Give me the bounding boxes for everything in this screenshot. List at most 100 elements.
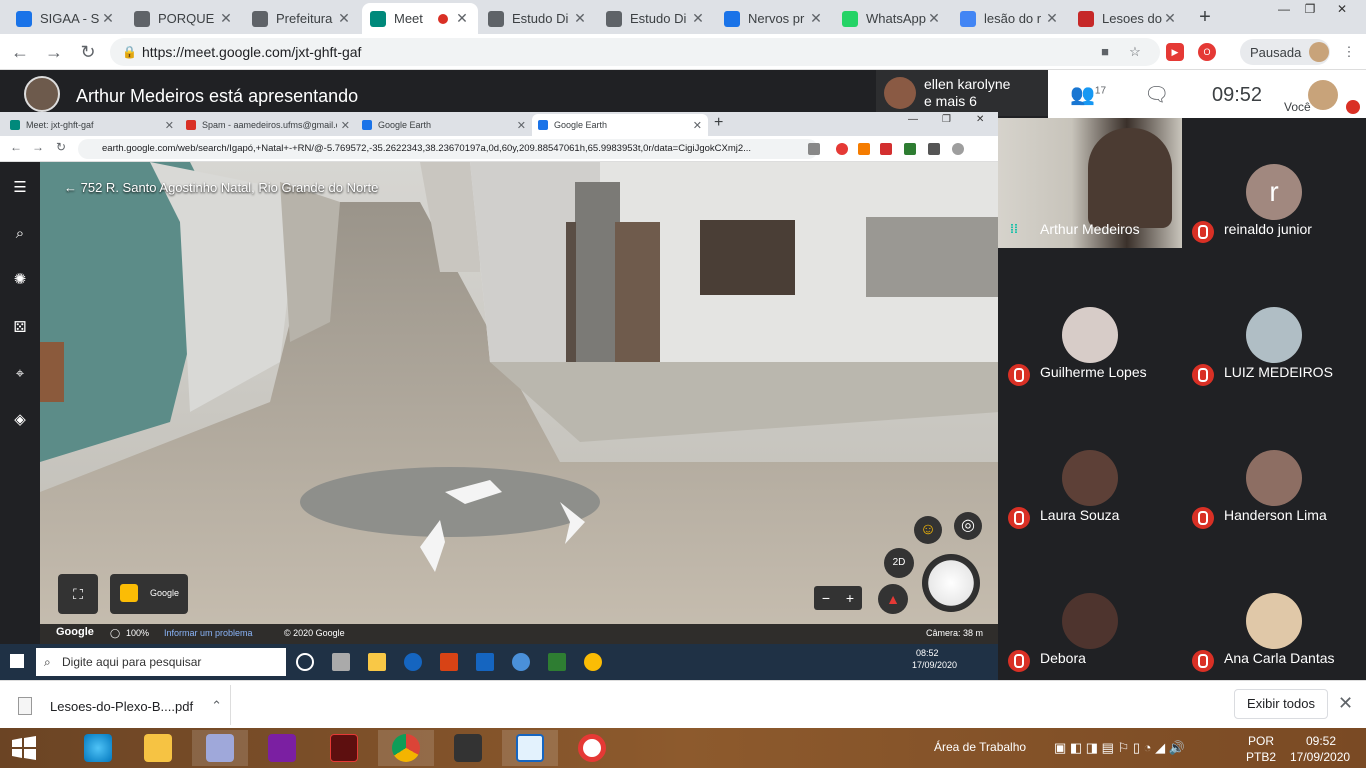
paint-button[interactable] (192, 730, 248, 766)
onenote-button[interactable] (254, 730, 310, 766)
system-date[interactable]: 17/09/2020 (1290, 750, 1350, 764)
browser-tab[interactable]: Nervos pr ✕ (716, 3, 832, 34)
participant-tile[interactable]: r reinaldo junior (1182, 118, 1366, 261)
participant-tile[interactable]: Debora (998, 547, 1182, 690)
ie-button[interactable] (70, 730, 126, 766)
tab-close-icon[interactable]: ✕ (926, 10, 942, 27)
participant-preview[interactable]: ellen karolyne e mais 6 (876, 70, 1048, 116)
keyboard-layout[interactable]: PTB2 (1246, 750, 1276, 764)
people-button[interactable]: 👥17 (1070, 82, 1106, 107)
download-bar: Lesoes-do-Plexo-B....pdf ⌃ Exibir todos … (0, 680, 1366, 728)
tab-close-icon[interactable]: ✕ (690, 10, 706, 27)
tab-close-icon[interactable]: ✕ (454, 10, 470, 27)
tab-label: PORQUE U (158, 11, 218, 26)
earth-status-bar: Google ◯ 100% Informar um problema © 202… (40, 624, 998, 644)
chevron-up-icon[interactable]: ⌃ (211, 698, 222, 714)
shared-puzzle-icon (928, 143, 940, 155)
2d-toggle: 2D (884, 548, 914, 578)
avatar (1062, 593, 1118, 649)
browser-tab[interactable]: Lesoes do ✕ (1070, 3, 1186, 34)
profile-button[interactable]: Pausada (1240, 39, 1330, 65)
back-button[interactable]: ← (8, 41, 32, 63)
avatar: r (1246, 164, 1302, 220)
word-icon (476, 653, 494, 671)
globe-icon (922, 554, 980, 612)
shared-time: 08:52 (916, 648, 939, 658)
forward-button[interactable]: → (42, 41, 66, 63)
windows-start-button[interactable] (10, 736, 38, 760)
minimize-button[interactable]: — (1272, 2, 1296, 16)
youtube-extension-icon[interactable]: ▶ (1166, 43, 1184, 61)
participant-tile[interactable]: LUIZ MEDEIROS (1182, 261, 1366, 404)
show-all-button[interactable]: Exibir todos (1234, 689, 1328, 719)
bookmark-star-icon[interactable]: ☆ (1126, 43, 1144, 61)
pegman-icon: ☺ (914, 516, 942, 544)
winrar-button[interactable] (440, 730, 496, 766)
close-window-button[interactable]: ✕ (1330, 2, 1354, 16)
browser-tab[interactable]: Meet ✕ (362, 3, 478, 34)
presenter-text: Arthur Medeiros está apresentando (76, 86, 359, 106)
chrome-icon (392, 734, 420, 762)
browser-tab[interactable]: Prefeitura ✕ (244, 3, 360, 34)
download-item[interactable]: Lesoes-do-Plexo-B....pdf ⌃ (18, 695, 230, 717)
shared-ext-icon (836, 143, 848, 155)
shared-forward-icon: → (32, 140, 44, 154)
close-download-bar-icon[interactable]: ✕ (1338, 693, 1353, 714)
browser-tab[interactable]: Estudo Di ✕ (598, 3, 714, 34)
feeling-lucky-icon: ⚄ (13, 319, 27, 336)
url-input[interactable]: 🔒 https://meet.google.com/jxt-ghft-gaf (110, 38, 1160, 66)
shared-minimize-button: — (908, 114, 918, 125)
tab-close-icon[interactable]: ✕ (1044, 10, 1060, 27)
camera-icon[interactable]: ■ (1096, 43, 1114, 61)
tray-icons[interactable]: ▣ ◧ ◨ ▤ ⚐ ▯ ◔ ◢ 🔊 (1054, 740, 1185, 756)
opera-button[interactable] (564, 730, 620, 766)
people-count: 17 (1094, 85, 1107, 97)
wordpad-button[interactable] (502, 730, 558, 766)
animate-button[interactable] (316, 730, 372, 766)
opera-extension-icon[interactable]: O (1198, 43, 1216, 61)
tab-favicon-icon (842, 10, 858, 27)
explorer-button[interactable] (130, 730, 186, 766)
browser-tab[interactable]: Estudo Di ✕ (480, 3, 596, 34)
browser-tab[interactable]: SIGAA - Si ✕ (8, 3, 124, 34)
participant-tile[interactable]: Handerson Lima (1182, 404, 1366, 547)
tab-close-icon[interactable]: ✕ (572, 10, 588, 27)
shared-taskbar: ⌕ Digite aqui para pesquisar 08:52 17/09… (0, 644, 998, 680)
chat-button[interactable]: 🗨 (1144, 82, 1169, 107)
language-indicator[interactable]: POR (1248, 734, 1274, 748)
reload-button[interactable]: ↻ (76, 41, 100, 63)
speaking-icon: ⁞⁞ (1010, 222, 1018, 236)
avatar (1246, 450, 1302, 506)
tab-close-icon[interactable]: ✕ (218, 10, 234, 27)
participant-name: Handerson Lima (1224, 507, 1327, 523)
tab-label: Prefeitura (276, 11, 333, 26)
restore-button[interactable]: ❐ (1298, 2, 1322, 16)
menu-icon[interactable]: ⋮ (1340, 43, 1358, 61)
tab-close-icon: ✕ (516, 119, 526, 132)
tab-favicon-icon (10, 120, 20, 130)
participant-tile[interactable]: Guilherme Lopes (998, 261, 1182, 404)
chrome-button[interactable] (378, 730, 434, 766)
shared-browser-tab: Google Earth ✕ (532, 114, 708, 136)
address-bar: ← → ↻ 🔒 https://meet.google.com/jxt-ghft… (0, 34, 1366, 70)
participant-tile[interactable]: Ana Carla Dantas (1182, 547, 1366, 690)
new-tab-button[interactable]: + (1194, 6, 1216, 28)
participant-tile[interactable]: ⁞⁞ Arthur Medeiros (998, 118, 1182, 261)
participant-tile[interactable]: Laura Souza (998, 404, 1182, 547)
shared-ext-icon (858, 143, 870, 155)
desktop-toolbar-label[interactable]: Área de Trabalho (934, 740, 1026, 754)
my-location-icon: ◎ (954, 512, 982, 540)
pdf-file-icon (18, 697, 32, 715)
tab-label: Google Earth (554, 120, 608, 130)
tab-close-icon[interactable]: ✕ (100, 10, 116, 27)
browser-tab[interactable]: PORQUE U✕ (126, 3, 242, 34)
tab-close-icon[interactable]: ✕ (808, 10, 824, 27)
shared-ext-icon (880, 143, 892, 155)
browser-tab[interactable]: lesão do r ✕ (952, 3, 1068, 34)
zoom-level: 100% (126, 628, 150, 638)
browser-tab[interactable]: WhatsApp ✕ (834, 3, 950, 34)
tab-close-icon[interactable]: ✕ (336, 10, 352, 27)
tab-close-icon[interactable]: ✕ (1162, 10, 1178, 27)
self-avatar[interactable] (1308, 80, 1338, 110)
system-time[interactable]: 09:52 (1306, 734, 1336, 748)
